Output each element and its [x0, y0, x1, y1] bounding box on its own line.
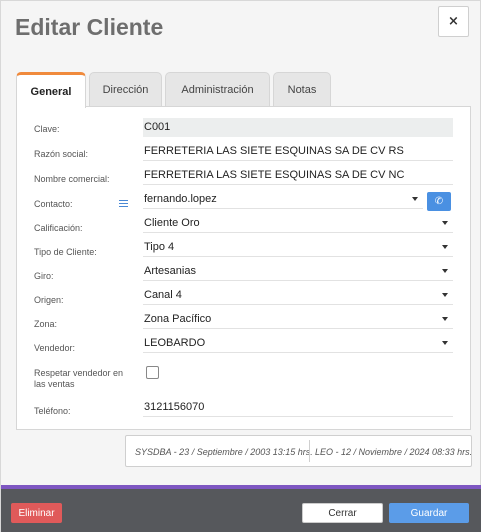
vendedor-value: LEOBARDO — [144, 337, 206, 349]
general-panel: Clave: C001 Razón social: FERRETERIA LAS… — [16, 106, 471, 430]
calificacion-value: Cliente Oro — [144, 217, 200, 229]
zona-value: Zona Pacífico — [144, 313, 212, 325]
chevron-down-icon — [442, 341, 448, 345]
chevron-down-icon — [442, 269, 448, 273]
dialog-title: Editar Cliente — [15, 14, 164, 40]
dialog-footer: Eliminar Cerrar Guardar — [1, 485, 481, 532]
giro-label: Giro: — [34, 271, 54, 281]
tipo-cliente-select[interactable]: Tipo 4 — [143, 238, 453, 257]
nombre-comercial-label: Nombre comercial: — [34, 174, 110, 184]
origen-label: Origen: — [34, 295, 64, 305]
tab-administracion[interactable]: Administración — [165, 72, 270, 107]
list-icon[interactable] — [119, 200, 128, 207]
save-button[interactable]: Guardar — [389, 503, 469, 523]
vendedor-select[interactable]: LEOBARDO — [143, 334, 453, 353]
respetar-vendedor-checkbox[interactable] — [146, 366, 159, 379]
clave-field: C001 — [143, 118, 453, 137]
zona-label: Zona: — [34, 319, 58, 329]
clave-label: Clave: — [34, 124, 60, 134]
giro-value: Artesanias — [144, 265, 196, 277]
origen-select[interactable]: Canal 4 — [143, 286, 453, 305]
delete-button[interactable]: Eliminar — [11, 503, 62, 523]
created-info: SYSDBA - 23 / Septiembre / 2003 13:15 hr… — [135, 447, 313, 457]
edit-client-dialog: Editar Cliente × General Dirección Admin… — [0, 0, 481, 532]
chevron-down-icon — [412, 197, 418, 201]
calificacion-select[interactable]: Cliente Oro — [143, 214, 453, 233]
contacto-value: fernando.lopez — [144, 193, 217, 205]
nombre-comercial-input[interactable]: FERRETERIA LAS SIETE ESQUINAS SA DE CV N… — [143, 166, 453, 185]
chevron-down-icon — [442, 317, 448, 321]
respetar-vendedor-label-line1: Respetar vendedor en — [34, 368, 124, 378]
respetar-vendedor-label-line2: las ventas — [34, 379, 75, 389]
chevron-down-icon — [442, 221, 448, 225]
tipo-cliente-value: Tipo 4 — [144, 241, 175, 253]
audit-divider — [309, 440, 310, 462]
respetar-vendedor-label: Respetar vendedor en las ventas — [34, 368, 123, 390]
razon-social-input[interactable]: FERRETERIA LAS SIETE ESQUINAS SA DE CV R… — [143, 142, 453, 161]
close-button[interactable]: × — [438, 6, 469, 37]
contacto-label: Contacto: — [34, 199, 73, 209]
contacto-select[interactable]: fernando.lopez — [143, 190, 423, 209]
cancel-button[interactable]: Cerrar — [302, 503, 383, 523]
tab-notas[interactable]: Notas — [273, 72, 331, 107]
giro-select[interactable]: Artesanias — [143, 262, 453, 281]
origen-value: Canal 4 — [144, 289, 182, 301]
modified-info: LEO - 12 / Noviembre / 2024 08:33 hrs. — [315, 447, 473, 457]
calificacion-label: Calificación: — [34, 223, 83, 233]
phone-icon: ✆ — [434, 196, 444, 207]
zona-select[interactable]: Zona Pacífico — [143, 310, 453, 329]
telefono-input[interactable]: 3121156070 — [143, 398, 453, 417]
audit-info: SYSDBA - 23 / Septiembre / 2003 13:15 hr… — [125, 435, 472, 467]
tab-direccion[interactable]: Dirección — [89, 72, 162, 107]
razon-social-label: Razón social: — [34, 149, 89, 159]
tab-general[interactable]: General — [16, 72, 86, 108]
telefono-label: Teléfono: — [34, 406, 71, 416]
tipo-cliente-label: Tipo de Cliente: — [34, 247, 97, 257]
vendedor-label: Vendedor: — [34, 343, 76, 353]
chevron-down-icon — [442, 245, 448, 249]
chevron-down-icon — [442, 293, 448, 297]
phone-button[interactable]: ✆ — [427, 192, 451, 211]
